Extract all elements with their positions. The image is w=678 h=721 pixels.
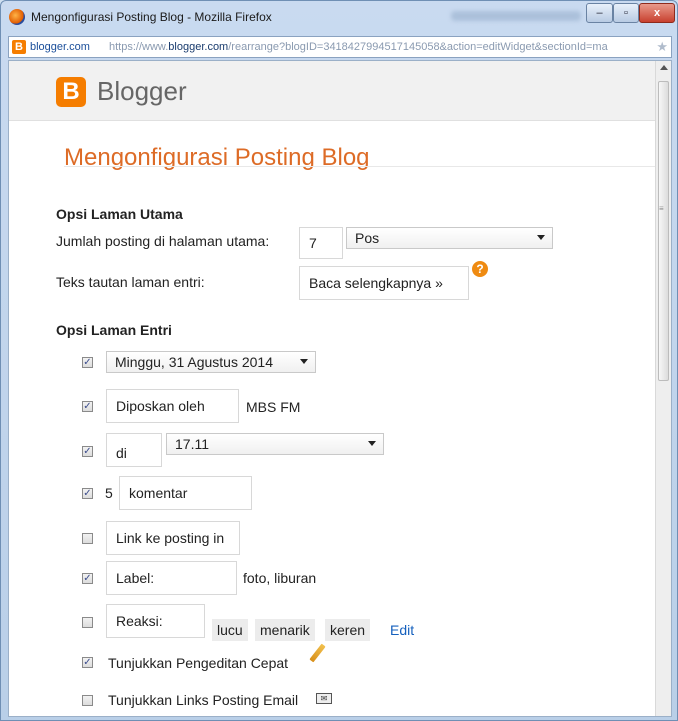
- reaction-chip-menarik: menarik: [255, 619, 315, 641]
- quick-edit-checkbox[interactable]: ✓: [82, 657, 93, 668]
- time-checkbox[interactable]: ✓: [82, 446, 93, 457]
- url-identity-domain[interactable]: blogger.com: [30, 37, 90, 57]
- time-format-select[interactable]: 17.11: [166, 433, 384, 455]
- date-format-value: Minggu, 31 Agustus 2014: [115, 354, 274, 370]
- reaction-chip-lucu: lucu: [212, 619, 248, 641]
- url-text[interactable]: https://www.blogger.com/rearrange?blogID…: [109, 37, 608, 57]
- minimize-button[interactable]: –: [586, 3, 613, 23]
- read-more-input[interactable]: Baca selengkapnya »: [299, 266, 469, 300]
- url-host: blogger.com: [168, 41, 229, 53]
- blogger-header: B Blogger: [9, 61, 656, 121]
- blogger-logo-icon: B: [56, 77, 86, 107]
- time-format-value: 17.11: [175, 436, 209, 452]
- scrollbar-grip-icon: ≡: [659, 204, 664, 213]
- title-divider: [64, 166, 664, 167]
- entry-options-heading: Opsi Laman Entri: [56, 322, 172, 338]
- link-checkbox: [82, 533, 93, 544]
- pencil-icon: [309, 643, 326, 663]
- posts-count-label: Jumlah posting di halaman utama:: [56, 233, 270, 249]
- read-more-label: Teks tautan laman entri:: [56, 274, 205, 290]
- email-post-icon: ✉: [316, 693, 332, 704]
- link-to-post-input[interactable]: Link ke posting in: [106, 521, 240, 555]
- url-path: /rearrange?blogID=3418427994517145058&ac…: [228, 41, 608, 53]
- title-bar: Mengonfigurasi Posting Blog - Mozilla Fi…: [1, 1, 677, 35]
- labels-input[interactable]: Label:: [106, 561, 237, 595]
- comments-input[interactable]: komentar: [119, 476, 252, 510]
- chevron-down-icon: [537, 235, 545, 240]
- labels-checkbox[interactable]: ✓: [82, 573, 93, 584]
- main-options-heading: Opsi Laman Utama: [56, 206, 183, 222]
- quick-edit-label: Tunjukkan Pengeditan Cepat: [108, 655, 289, 671]
- reactions-input[interactable]: Reaksi:: [106, 604, 205, 638]
- bookmark-star-icon[interactable]: ★: [656, 37, 668, 57]
- posts-count-input[interactable]: 7: [299, 227, 343, 259]
- blogger-logo-text: Blogger: [97, 76, 187, 106]
- window-title: Mengonfigurasi Posting Blog - Mozilla Fi…: [31, 10, 272, 24]
- page-title: Mengonfigurasi Posting Blog: [64, 144, 370, 171]
- date-checkbox[interactable]: ✓: [82, 357, 93, 368]
- time-prefix-input[interactable]: di: [106, 433, 162, 467]
- scrollbar-thumb[interactable]: [658, 81, 669, 381]
- firefox-icon: [9, 9, 25, 25]
- vertical-scrollbar[interactable]: ≡: [655, 61, 671, 716]
- reactions-edit-link[interactable]: Edit: [390, 622, 414, 638]
- scroll-up-arrow-icon[interactable]: [660, 65, 668, 70]
- reactions-checkbox: [82, 617, 93, 628]
- blogger-favicon-icon: B: [12, 40, 26, 54]
- url-prefix: https://www.: [109, 41, 169, 53]
- page-viewport: B Blogger Mengonfigurasi Posting Blog Op…: [8, 60, 672, 717]
- help-icon[interactable]: ?: [472, 261, 488, 277]
- labels-values: foto, liburan: [243, 570, 317, 586]
- comments-checkbox[interactable]: ✓: [82, 488, 93, 499]
- date-format-select[interactable]: Minggu, 31 Agustus 2014: [106, 351, 316, 373]
- reaction-chip-keren: keren: [325, 619, 371, 641]
- author-name: MBS FM: [246, 399, 301, 415]
- chevron-down-icon: [368, 441, 376, 446]
- browser-window: Mengonfigurasi Posting Blog - Mozilla Fi…: [0, 0, 678, 721]
- posted-by-input[interactable]: Diposkan oleh: [106, 389, 239, 423]
- address-bar[interactable]: B blogger.com https://www.blogger.com/re…: [8, 36, 672, 58]
- maximize-button[interactable]: ▫: [613, 3, 639, 23]
- comments-count: 5: [105, 485, 113, 501]
- posted-by-checkbox[interactable]: ✓: [82, 401, 93, 412]
- chevron-down-icon: [300, 359, 308, 364]
- posts-unit-select[interactable]: Pos: [346, 227, 553, 249]
- blurred-taskbar-text: [451, 11, 581, 21]
- posts-unit-value: Pos: [355, 230, 380, 246]
- email-links-label: Tunjukkan Links Posting Email: [108, 692, 299, 708]
- close-button[interactable]: x: [639, 3, 675, 23]
- email-links-checkbox: [82, 695, 93, 706]
